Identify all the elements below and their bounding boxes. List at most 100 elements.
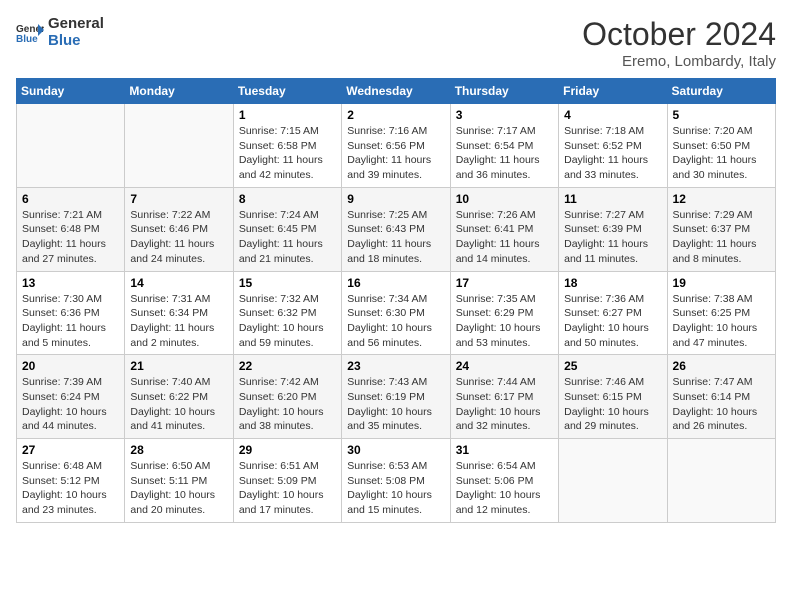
day-info: Sunrise: 7:24 AM Sunset: 6:45 PM Dayligh… [239,208,336,267]
location-title: Eremo, Lombardy, Italy [582,53,776,70]
day-info: Sunrise: 7:17 AM Sunset: 6:54 PM Dayligh… [456,124,553,183]
weekday-header-monday: Monday [125,79,233,104]
calendar-cell: 17 Sunrise: 7:35 AM Sunset: 6:29 PM Dayli… [450,271,558,355]
calendar-week-1: 1 Sunrise: 7:15 AM Sunset: 6:58 PM Daylig… [17,104,776,188]
calendar-cell: 12Sunrise: 7:29 AM Sunset: 6:37 PM Dayli… [667,187,775,271]
weekday-header-saturday: Saturday [667,79,775,104]
day-info: Sunrise: 7:35 AM Sunset: 6:29 PM Dayligh… [456,292,553,351]
day-number: 17 [456,276,553,290]
day-number: 26 [673,359,770,373]
day-number: 25 [564,359,661,373]
day-info: Sunrise: 6:51 AM Sunset: 5:09 PM Dayligh… [239,459,336,518]
day-info: Sunrise: 7:42 AM Sunset: 6:20 PM Dayligh… [239,375,336,434]
day-number: 6 [22,192,119,206]
day-number: 31 [456,443,553,457]
weekday-header-sunday: Sunday [17,79,125,104]
calendar-cell: 22Sunrise: 7:42 AM Sunset: 6:20 PM Dayli… [233,355,341,439]
svg-text:Blue: Blue [16,34,38,44]
day-number: 4 [564,108,661,122]
day-number: 2 [347,108,444,122]
day-info: Sunrise: 6:48 AM Sunset: 5:12 PM Dayligh… [22,459,119,518]
day-info: Sunrise: 7:40 AM Sunset: 6:22 PM Dayligh… [130,375,227,434]
day-info: Sunrise: 7:34 AM Sunset: 6:30 PM Dayligh… [347,292,444,351]
calendar-cell [17,104,125,188]
day-info: Sunrise: 7:16 AM Sunset: 6:56 PM Dayligh… [347,124,444,183]
logo-blue-text: Blue [48,33,104,50]
day-number: 5 [673,108,770,122]
calendar-cell: 16 Sunrise: 7:34 AM Sunset: 6:30 PM Dayli… [342,271,450,355]
month-title: October 2024 [582,16,776,53]
day-number: 19 [673,276,770,290]
calendar-cell: 8Sunrise: 7:24 AM Sunset: 6:45 PM Daylig… [233,187,341,271]
day-info: Sunrise: 7:36 AM Sunset: 6:27 PM Dayligh… [564,292,661,351]
calendar-cell: 6Sunrise: 7:21 AM Sunset: 6:48 PM Daylig… [17,187,125,271]
day-number: 13 [22,276,119,290]
calendar-cell [125,104,233,188]
day-number: 12 [673,192,770,206]
calendar-week-3: 13Sunrise: 7:30 AM Sunset: 6:36 PM Dayli… [17,271,776,355]
calendar-cell [559,439,667,523]
day-info: Sunrise: 7:22 AM Sunset: 6:46 PM Dayligh… [130,208,227,267]
day-number: 18 [564,276,661,290]
weekday-header-friday: Friday [559,79,667,104]
day-number: 15 [239,276,336,290]
calendar-cell: 1 Sunrise: 7:15 AM Sunset: 6:58 PM Daylig… [233,104,341,188]
calendar-cell: 14Sunrise: 7:31 AM Sunset: 6:34 PM Dayli… [125,271,233,355]
day-number: 28 [130,443,227,457]
day-number: 23 [347,359,444,373]
calendar-cell: 30 Sunrise: 6:53 AM Sunset: 5:08 PM Dayli… [342,439,450,523]
logo: General Blue General Blue [16,16,104,49]
day-number: 24 [456,359,553,373]
day-number: 29 [239,443,336,457]
day-info: Sunrise: 7:44 AM Sunset: 6:17 PM Dayligh… [456,375,553,434]
calendar-cell: 9 Sunrise: 7:25 AM Sunset: 6:43 PM Daylig… [342,187,450,271]
calendar-cell: 31 Sunrise: 6:54 AM Sunset: 5:06 PM Dayli… [450,439,558,523]
calendar: SundayMondayTuesdayWednesdayThursdayFrid… [16,78,776,523]
day-info: Sunrise: 7:46 AM Sunset: 6:15 PM Dayligh… [564,375,661,434]
calendar-cell: 5Sunrise: 7:20 AM Sunset: 6:50 PM Daylig… [667,104,775,188]
day-info: Sunrise: 7:26 AM Sunset: 6:41 PM Dayligh… [456,208,553,267]
calendar-cell: 11 Sunrise: 7:27 AM Sunset: 6:39 PM Dayli… [559,187,667,271]
weekday-header-row: SundayMondayTuesdayWednesdayThursdayFrid… [17,79,776,104]
calendar-cell: 19 Sunrise: 7:38 AM Sunset: 6:25 PM Dayli… [667,271,775,355]
day-info: Sunrise: 7:15 AM Sunset: 6:58 PM Dayligh… [239,124,336,183]
day-number: 16 [347,276,444,290]
day-info: Sunrise: 7:18 AM Sunset: 6:52 PM Dayligh… [564,124,661,183]
day-number: 30 [347,443,444,457]
calendar-cell: 29 Sunrise: 6:51 AM Sunset: 5:09 PM Dayli… [233,439,341,523]
calendar-cell [667,439,775,523]
weekday-header-tuesday: Tuesday [233,79,341,104]
calendar-cell: 21 Sunrise: 7:40 AM Sunset: 6:22 PM Dayli… [125,355,233,439]
day-number: 3 [456,108,553,122]
calendar-cell: 18 Sunrise: 7:36 AM Sunset: 6:27 PM Dayli… [559,271,667,355]
day-info: Sunrise: 7:27 AM Sunset: 6:39 PM Dayligh… [564,208,661,267]
logo-general-text: General [48,16,104,33]
calendar-cell: 10 Sunrise: 7:26 AM Sunset: 6:41 PM Dayli… [450,187,558,271]
day-info: Sunrise: 6:54 AM Sunset: 5:06 PM Dayligh… [456,459,553,518]
day-number: 7 [130,192,227,206]
calendar-cell: 7 Sunrise: 7:22 AM Sunset: 6:46 PM Daylig… [125,187,233,271]
day-number: 20 [22,359,119,373]
day-number: 9 [347,192,444,206]
day-info: Sunrise: 7:25 AM Sunset: 6:43 PM Dayligh… [347,208,444,267]
day-number: 1 [239,108,336,122]
day-info: Sunrise: 6:50 AM Sunset: 5:11 PM Dayligh… [130,459,227,518]
day-number: 21 [130,359,227,373]
day-info: Sunrise: 7:32 AM Sunset: 6:32 PM Dayligh… [239,292,336,351]
day-info: Sunrise: 6:53 AM Sunset: 5:08 PM Dayligh… [347,459,444,518]
calendar-cell: 25 Sunrise: 7:46 AM Sunset: 6:15 PM Dayli… [559,355,667,439]
day-number: 10 [456,192,553,206]
day-number: 11 [564,192,661,206]
calendar-cell: 15 Sunrise: 7:32 AM Sunset: 6:32 PM Dayli… [233,271,341,355]
day-info: Sunrise: 7:38 AM Sunset: 6:25 PM Dayligh… [673,292,770,351]
weekday-header-thursday: Thursday [450,79,558,104]
day-info: Sunrise: 7:47 AM Sunset: 6:14 PM Dayligh… [673,375,770,434]
day-number: 27 [22,443,119,457]
day-info: Sunrise: 7:43 AM Sunset: 6:19 PM Dayligh… [347,375,444,434]
calendar-cell: 28 Sunrise: 6:50 AM Sunset: 5:11 PM Dayli… [125,439,233,523]
logo-icon: General Blue [16,22,44,44]
calendar-cell: 13Sunrise: 7:30 AM Sunset: 6:36 PM Dayli… [17,271,125,355]
calendar-cell: 3 Sunrise: 7:17 AM Sunset: 6:54 PM Daylig… [450,104,558,188]
header: General Blue General Blue October 2024 E… [16,16,776,70]
title-area: October 2024 Eremo, Lombardy, Italy [582,16,776,70]
